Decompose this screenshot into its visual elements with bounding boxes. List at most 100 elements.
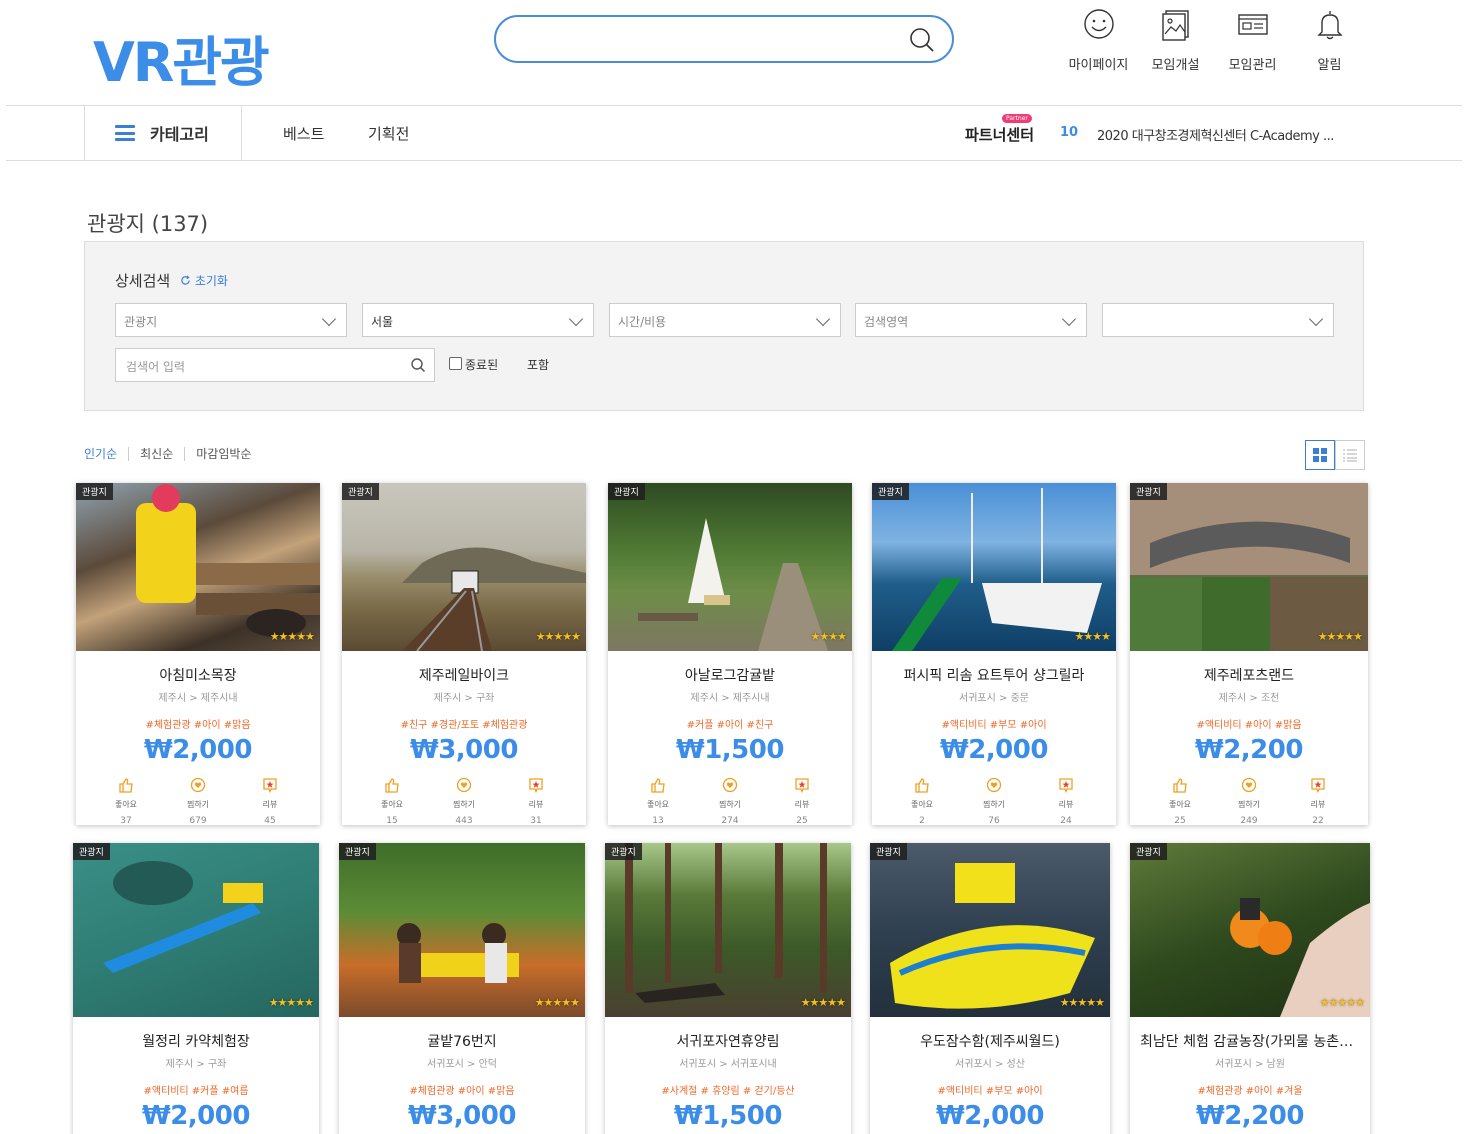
search-icon[interactable] (908, 26, 936, 54)
review-count: 45 (264, 816, 276, 826)
category-tag: 관광지 (605, 843, 642, 860)
card-9[interactable]: 관광지 ★★★★★ 최남단 체험 감귤농장(가뫼물 농촌생... 서귀포시 > … (1130, 843, 1370, 1134)
card-location: 제주시 > 구좌 (433, 693, 495, 704)
pick-button[interactable]: 찜하기 76 (974, 777, 1014, 826)
like-label: 좋아요 (380, 800, 404, 809)
sort-deadline[interactable]: 마감임박순 (184, 447, 262, 461)
chevron-down-icon (1308, 311, 1324, 327)
mypage-link[interactable]: 마이페이지 (1060, 6, 1137, 73)
card-location: 서귀포시 > 중문 (959, 693, 1029, 704)
card-5[interactable]: 관광지 ★★★★★ 월정리 카약체험장 제주시 > 구좌 #액티비티 #커플 #… (73, 843, 319, 1134)
review-button[interactable]: 리뷰 24 (1046, 777, 1086, 826)
pick-count: 274 (721, 816, 739, 826)
card-title[interactable]: 제주레일바이크 (342, 665, 586, 685)
rating-stars: ★★★★ (810, 630, 847, 643)
card-hashtags: #체험관광 #아이 #맑음 (409, 1086, 515, 1097)
nav-best[interactable]: 베스트 (283, 123, 324, 144)
card-stats: 좋아요 15 찜하기 443 리뷰 31 (342, 765, 586, 826)
like-count: 2 (919, 816, 925, 826)
card-location: 서귀포시 > 남원 (1215, 1059, 1285, 1070)
card-4[interactable]: 관광지 ★★★★★ 제주레포츠랜드 제주시 > 조천 #액티비티 #아이 #맑음… (1130, 483, 1368, 826)
card-title[interactable]: 최남단 체험 감귤농장(가뫼물 농촌생... (1130, 1031, 1370, 1051)
card-location: 서귀포시 > 서귀포시내 (679, 1059, 777, 1070)
card-title[interactable]: 월정리 카약체험장 (73, 1031, 319, 1051)
card-title[interactable]: 아침미소목장 (76, 665, 320, 685)
partner-badge: Partner (1002, 114, 1032, 123)
grid-view-button[interactable] (1305, 440, 1335, 470)
card-hashtags: #액티비티 #커플 #여름 (143, 1086, 249, 1097)
card-title[interactable]: 퍼시픽 리솜 요트투어 샹그릴라 (872, 665, 1116, 685)
time-cost-select[interactable]: 시간/비용 (609, 303, 841, 337)
card-stats: 좋아요 37 찜하기 679 리뷰 45 (76, 765, 320, 826)
review-button[interactable]: 리뷰 31 (516, 777, 556, 826)
pick-button[interactable]: 찜하기 274 (710, 777, 750, 826)
list-view-button[interactable] (1335, 440, 1365, 470)
card-photo: 관광지 ★★★★ (872, 483, 1116, 651)
card-price: ₩2,000 (142, 1101, 250, 1131)
card-2[interactable]: 관광지 ★★★★ 아날로그감귤밭 제주시 > 제주시내 #커플 #아이 #친구 … (608, 483, 852, 826)
like-button[interactable]: 좋아요 15 (372, 777, 412, 826)
review-button[interactable]: 리뷰 22 (1298, 777, 1338, 826)
notice-ticker[interactable]: 2020 대구창조경제혁신센터 C-Academy ... (1097, 125, 1345, 144)
nav-special[interactable]: 기획전 (368, 123, 409, 144)
partner-center-link[interactable]: 파트너센터 (965, 124, 1034, 145)
card-hashtags: #체험관광 #아이 #맑음 (145, 720, 251, 731)
like-count: 37 (120, 816, 132, 826)
sort-latest[interactable]: 최신순 (128, 447, 184, 461)
pick-button[interactable]: 찜하기 249 (1229, 777, 1269, 826)
rating-stars: ★★★★★ (1059, 996, 1105, 1009)
menu-icon (115, 125, 135, 141)
like-button[interactable]: 좋아요 2 (902, 777, 942, 826)
type-select-value: 관광지 (124, 315, 158, 329)
review-button[interactable]: 리뷰 25 (782, 777, 822, 826)
card-title[interactable]: 제주레포츠랜드 (1130, 665, 1368, 685)
review-star-icon (529, 778, 543, 793)
create-group-link[interactable]: 모임개설 (1137, 6, 1214, 73)
search-icon[interactable] (410, 357, 426, 373)
like-button[interactable]: 좋아요 13 (638, 777, 678, 826)
logo[interactable]: VR관광 (93, 18, 270, 97)
pick-button[interactable]: 찜하기 443 (444, 777, 484, 826)
card-6[interactable]: 관광지 ★★★★★ 귤밭76번지 서귀포시 > 안덕 #체험관광 #아이 #맑음… (339, 843, 585, 1134)
type-select[interactable]: 관광지 (115, 303, 347, 337)
card-photo: 관광지 ★★★★★ (76, 483, 320, 651)
manage-group-link[interactable]: 모임관리 (1214, 6, 1291, 73)
card-0[interactable]: 관광지 ★★★★★ 아침미소목장 제주시 > 제주시내 #체험관광 #아이 #맑… (76, 483, 320, 826)
reset-button[interactable]: 초기화 (180, 272, 228, 289)
card-title[interactable]: 아날로그감귤밭 (608, 665, 852, 685)
card-location: 제주시 > 조천 (1218, 693, 1280, 704)
like-button[interactable]: 좋아요 37 (106, 777, 146, 826)
chevron-down-icon (1061, 311, 1077, 327)
review-button[interactable]: 리뷰 45 (250, 777, 290, 826)
card-title[interactable]: 서귀포자연휴양림 (605, 1031, 851, 1051)
like-button[interactable]: 좋아요 25 (1160, 777, 1200, 826)
sort-popular[interactable]: 인기순 (84, 447, 128, 461)
ended-checkbox[interactable] (449, 357, 462, 370)
keyword-input[interactable]: 검색어 입력 (115, 348, 435, 382)
thumbs-up-icon (1173, 778, 1187, 793)
divider (6, 160, 1462, 161)
card-3[interactable]: 관광지 ★★★★ 퍼시픽 리솜 요트투어 샹그릴라 서귀포시 > 중문 #액티비… (872, 483, 1116, 826)
card-location: 서귀포시 > 안덕 (427, 1059, 497, 1070)
category-tag: 관광지 (339, 843, 376, 860)
search-area-select[interactable]: 검색영역 (855, 303, 1087, 337)
card-1[interactable]: 관광지 ★★★★★ 제주레일바이크 제주시 > 구좌 #친구 #경관/포토 #체… (342, 483, 586, 826)
card-title[interactable]: 우도잠수함(제주씨월드) (870, 1031, 1110, 1051)
region-select[interactable]: 서울 (362, 303, 594, 337)
photo-illustration (890, 863, 1095, 1009)
card-8[interactable]: 관광지 ★★★★★ 우도잠수함(제주씨월드) 서귀포시 > 성산 #액티비티 #… (870, 843, 1110, 1134)
photo-illustration (1130, 483, 1368, 651)
pick-button[interactable]: 찜하기 679 (178, 777, 218, 826)
alarm-link[interactable]: 알림 (1291, 6, 1368, 73)
card-photo: 관광지 ★★★★★ (339, 843, 585, 1017)
include-label[interactable]: 포함 (527, 356, 549, 373)
review-count: 24 (1060, 816, 1072, 826)
category-button[interactable]: 카테고리 (84, 106, 242, 160)
review-label: 리뷰 (528, 800, 544, 809)
search-input[interactable] (494, 15, 954, 63)
like-label: 좋아요 (1168, 800, 1192, 809)
extra-select[interactable] (1102, 303, 1334, 337)
card-7[interactable]: 관광지 ★★★★★ 서귀포자연휴양림 서귀포시 > 서귀포시내 #사계절 # 휴… (605, 843, 851, 1134)
like-count: 15 (386, 816, 398, 826)
card-title[interactable]: 귤밭76번지 (339, 1031, 585, 1051)
